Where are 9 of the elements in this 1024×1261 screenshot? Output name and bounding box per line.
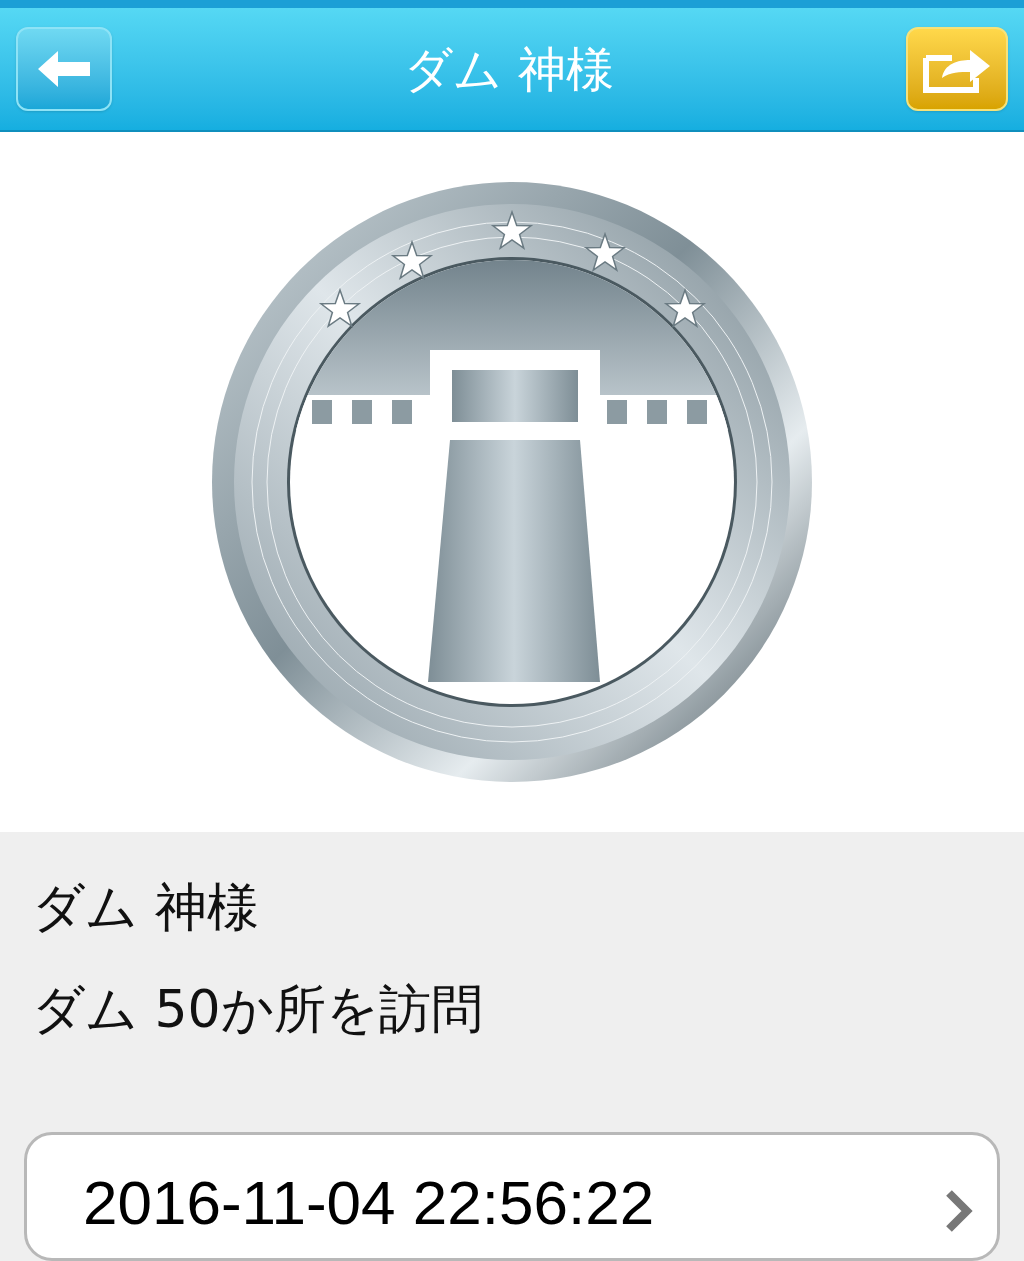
date-row[interactable]: 2016-11-04 22:56:22 (24, 1132, 1000, 1261)
header-title: ダム 神様 (404, 40, 614, 99)
badge-name: ダム 神様 (32, 876, 260, 939)
chevron-right-icon (943, 1189, 973, 1233)
date-text: 2016-11-04 22:56:22 (83, 1167, 655, 1239)
share-button[interactable] (906, 27, 1008, 111)
left-arrow-icon (38, 51, 90, 87)
back-button[interactable] (16, 27, 112, 111)
badge-description: ダム 50か所を訪問 (32, 978, 484, 1041)
